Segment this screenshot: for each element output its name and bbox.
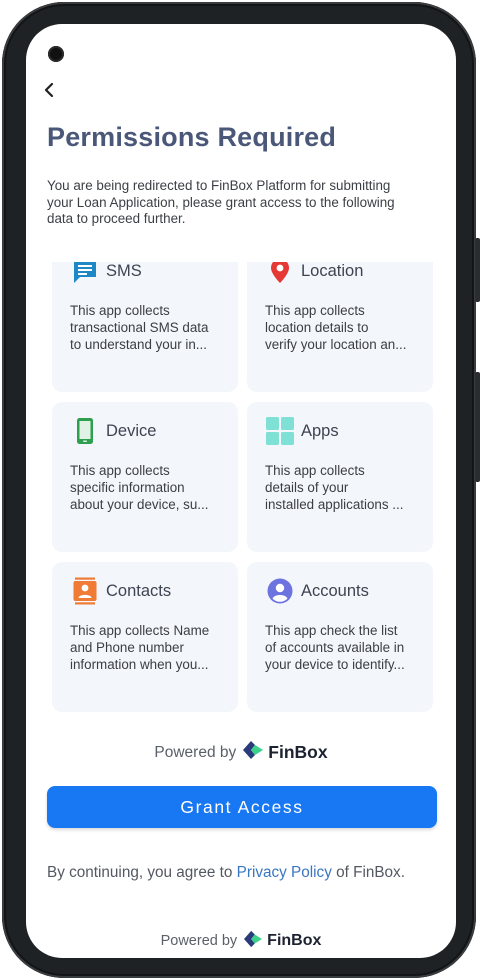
location-pin-icon xyxy=(265,262,295,286)
permission-description: This app collects location details to ve… xyxy=(265,303,419,353)
permission-description: This app collects details of your instal… xyxy=(265,463,419,513)
sms-icon xyxy=(70,262,100,286)
page-title: Permissions Required xyxy=(47,122,337,152)
powered-by-brand: FinBox xyxy=(268,742,328,762)
footer-powered-by: Powered by FinBox xyxy=(26,930,456,952)
consent-suffix: of FinBox. xyxy=(336,864,405,881)
privacy-policy-link[interactable]: Privacy Policy xyxy=(237,864,332,881)
back-button[interactable] xyxy=(38,78,62,102)
screen: Permissions Required You are being redir… xyxy=(26,24,456,958)
permission-description: This app collects specific information a… xyxy=(70,463,224,513)
description-line: transactional SMS data xyxy=(70,319,209,335)
subtitle-line: data to proceed further. xyxy=(47,211,186,226)
permission-card-sms[interactable]: SMS This app collects transactional SMS … xyxy=(52,262,238,392)
description-line: information when you... xyxy=(70,656,209,672)
account-circle-icon xyxy=(265,576,295,606)
permission-description: This app collects transactional SMS data… xyxy=(70,303,224,353)
subtitle-line: your Loan Application, please grant acce… xyxy=(47,194,395,210)
permission-card-accounts[interactable]: Accounts This app check the list of acco… xyxy=(247,562,433,712)
description-line: This app collects xyxy=(70,303,170,318)
permission-title: Apps xyxy=(301,422,339,440)
description-line: installed applications ... xyxy=(265,496,404,512)
camera-hole xyxy=(48,46,64,62)
apps-grid-icon xyxy=(265,416,295,446)
permission-title: Contacts xyxy=(106,582,172,600)
permission-card-contacts[interactable]: Contacts This app collects Name and Phon… xyxy=(52,562,238,712)
description-line: of accounts available in xyxy=(265,639,405,655)
phone-frame: Permissions Required You are being redir… xyxy=(2,2,480,978)
permission-card-device[interactable]: Device This app collects specific inform… xyxy=(52,402,238,552)
description-line: This app collects xyxy=(70,463,170,478)
description-line: details of your xyxy=(265,479,349,495)
description-line: verify your location an... xyxy=(265,336,407,352)
permission-title: SMS xyxy=(106,262,142,280)
consent-text: By continuing, you agree to Privacy Poli… xyxy=(47,864,405,882)
phone-device-icon xyxy=(70,416,100,446)
description-line: location details to xyxy=(265,319,369,335)
powered-by-label: Powered by xyxy=(154,743,237,761)
contacts-icon xyxy=(70,576,100,606)
consent-prefix: By continuing, you agree to xyxy=(47,864,233,881)
description-line: and Phone number xyxy=(70,639,184,655)
permissions-grid: SMS This app collects transactional SMS … xyxy=(52,262,433,714)
description-line: specific information xyxy=(70,479,185,495)
permission-title: Location xyxy=(301,262,364,280)
description-line: about your device, su... xyxy=(70,496,209,512)
finbox-logo-icon xyxy=(242,740,264,765)
permission-description: This app check the list of accounts avai… xyxy=(265,623,419,673)
power-button xyxy=(475,372,480,482)
page-subtitle: You are being redirected to FinBox Platf… xyxy=(47,178,427,228)
permission-card-location[interactable]: Location This app collects location deta… xyxy=(247,262,433,392)
chevron-left-icon xyxy=(44,82,54,98)
description-line: This app collects xyxy=(265,463,365,478)
permission-title: Device xyxy=(106,422,157,440)
powered-by: Powered by FinBox xyxy=(26,740,456,765)
description-line: your device to identify... xyxy=(265,656,405,672)
description-line: to understand your in... xyxy=(70,336,207,352)
footer-powered-by-label: Powered by xyxy=(160,933,238,949)
description-line: This app collects xyxy=(265,303,365,318)
description-line: This app check the list xyxy=(265,623,398,638)
permission-card-apps[interactable]: Apps This app collects details of your i… xyxy=(247,402,433,552)
footer-brand: FinBox xyxy=(267,932,322,949)
description-line: This app collects Name xyxy=(70,623,210,638)
permission-description: This app collects Name and Phone number … xyxy=(70,623,224,673)
grant-access-button[interactable]: Grant Access xyxy=(47,786,437,828)
volume-button xyxy=(475,238,480,302)
permission-title: Accounts xyxy=(301,582,369,600)
subtitle-line: You are being redirected to FinBox Platf… xyxy=(47,178,391,193)
finbox-logo-icon xyxy=(243,930,263,952)
